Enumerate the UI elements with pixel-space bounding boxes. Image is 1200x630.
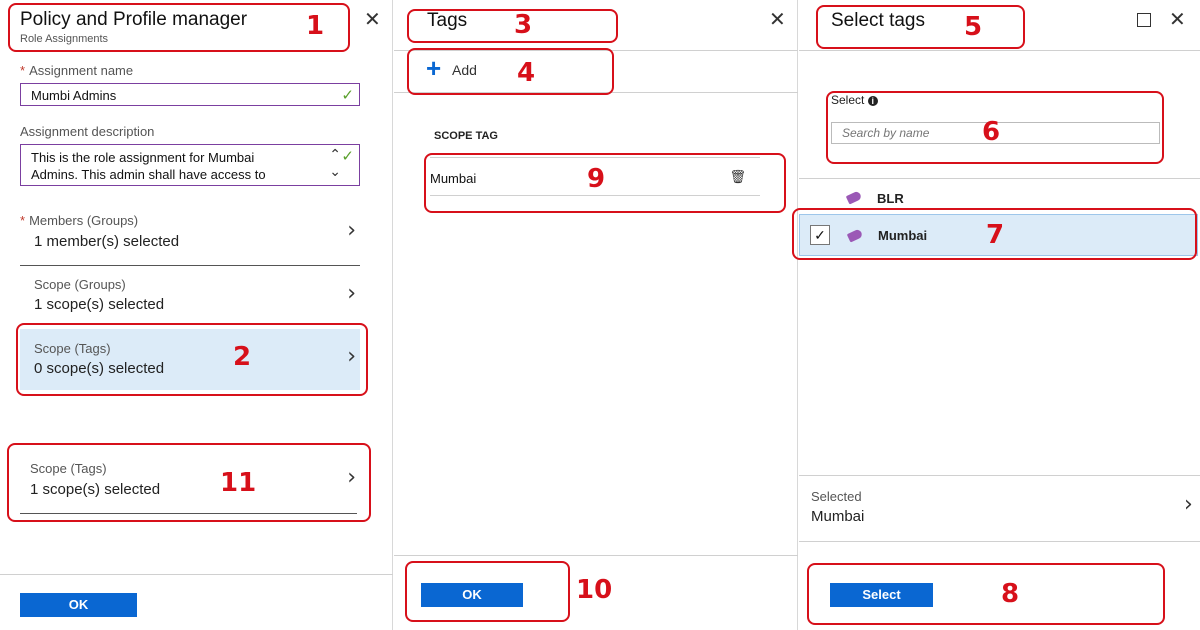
members-label-text: Members (Groups) xyxy=(29,213,139,228)
panel-title: Policy and Profile manager xyxy=(20,9,248,30)
select-button[interactable]: Select xyxy=(830,583,933,607)
annotation-number: 7 xyxy=(986,220,1005,250)
select-label-text: Select xyxy=(831,93,865,107)
members-row[interactable]: * Members (Groups) 1 member(s) selected › xyxy=(20,200,360,264)
scope-groups-label: Scope (Groups) xyxy=(34,277,126,292)
scope-tags-value: 0 scope(s) selected xyxy=(34,360,165,377)
tag-name: BLR xyxy=(877,191,904,206)
members-label: * Members (Groups) xyxy=(20,213,138,228)
required-asterisk: * xyxy=(20,63,26,78)
valid-check-icon: ✓ xyxy=(341,87,354,104)
list-item[interactable]: BLR xyxy=(799,182,1200,212)
footer-divider xyxy=(394,555,798,556)
annotation-number: 3 xyxy=(514,10,533,40)
info-icon: i xyxy=(867,96,878,106)
tag-name: Mumbai xyxy=(878,228,928,243)
scope-tag-name: Mumbai xyxy=(430,171,477,186)
divider xyxy=(430,195,760,196)
ok-button[interactable]: OK xyxy=(20,593,137,617)
panel-title: Select tags xyxy=(831,10,925,31)
assignment-name-value: Mumbi Admins xyxy=(31,88,117,103)
tag-icon xyxy=(845,190,863,205)
description-line-1: This is the role assignment for Mumbai xyxy=(31,150,255,165)
scroll-down-icon[interactable]: ⌄ xyxy=(329,164,341,180)
assignment-name-input[interactable]: Mumbi Admins ✓ xyxy=(20,83,360,106)
assignment-description-label: Assignment description xyxy=(20,124,155,139)
divider xyxy=(799,178,1200,179)
scope-tags-row[interactable]: Scope (Tags) 0 scope(s) selected › xyxy=(20,329,360,390)
divider xyxy=(799,50,1200,51)
chevron-right-icon: › xyxy=(347,218,356,243)
description-line-2: Admins. This admin shall have access to xyxy=(31,167,266,182)
panel-subtitle: Role Assignments xyxy=(20,33,109,45)
selected-value: Mumbai xyxy=(811,508,865,525)
annotation-number: 5 xyxy=(964,12,983,42)
tag-icon xyxy=(846,228,864,243)
scroll-up-icon[interactable]: ⌃ xyxy=(329,147,341,163)
required-asterisk: * xyxy=(20,213,26,228)
divider xyxy=(799,475,1200,476)
close-icon[interactable]: ✕ xyxy=(364,10,381,30)
annotation-number: 8 xyxy=(1001,579,1020,609)
add-label: Add xyxy=(452,62,477,78)
annotation-number: 9 xyxy=(587,164,606,194)
close-icon[interactable]: ✕ xyxy=(1169,10,1186,30)
tags-panel: Tags ✕ + Add SCOPE TAG Mumbai 🗑 OK xyxy=(394,0,798,630)
chevron-right-icon: › xyxy=(347,281,356,306)
annotation-number: 6 xyxy=(982,117,1001,147)
scope-tags-result-label: Scope (Tags) xyxy=(30,461,107,476)
scope-tags-result-value: 1 scope(s) selected xyxy=(30,481,161,498)
members-value: 1 member(s) selected xyxy=(34,233,180,250)
annotation-number: 2 xyxy=(233,342,252,372)
scope-groups-value: 1 scope(s) selected xyxy=(34,296,165,313)
policy-profile-panel: Policy and Profile manager Role Assignme… xyxy=(0,0,393,630)
footer-divider xyxy=(799,541,1200,542)
checkbox-checked-icon[interactable]: ✓ xyxy=(810,225,830,245)
scope-tags-label: Scope (Tags) xyxy=(34,341,111,356)
maximize-icon[interactable] xyxy=(1137,13,1151,27)
selected-label: Selected xyxy=(811,489,862,504)
chevron-right-icon[interactable]: › xyxy=(1184,494,1193,516)
valid-check-icon: ✓ xyxy=(341,148,354,165)
divider xyxy=(20,513,357,514)
annotation-number: 4 xyxy=(517,58,536,88)
delete-icon[interactable]: 🗑 xyxy=(729,169,746,185)
scope-groups-row[interactable]: Scope (Groups) 1 scope(s) selected › xyxy=(20,266,360,326)
ok-button[interactable]: OK xyxy=(421,583,523,607)
panel-title: Tags xyxy=(427,10,468,31)
annotation-number: 11 xyxy=(220,468,257,498)
select-label: Select i xyxy=(831,93,878,107)
scope-tags-result-row[interactable]: Scope (Tags) 1 scope(s) selected › xyxy=(20,450,360,512)
select-tags-panel: Select tags ✕ Select i BLR ✓ Mumbai Sele… xyxy=(799,0,1200,630)
assignment-description-textarea[interactable]: This is the role assignment for Mumbai A… xyxy=(20,144,360,186)
footer-divider xyxy=(0,574,393,575)
assignment-name-label: * Assignment name xyxy=(20,63,133,78)
divider xyxy=(394,92,798,93)
scope-tag-column-header: SCOPE TAG xyxy=(434,130,498,142)
chevron-right-icon: › xyxy=(347,344,356,369)
plus-icon: + xyxy=(426,53,442,83)
divider xyxy=(394,50,798,51)
assignment-name-label-text: Assignment name xyxy=(29,63,134,78)
chevron-right-icon: › xyxy=(347,465,356,490)
annotation-number: 1 xyxy=(306,11,325,41)
close-icon[interactable]: ✕ xyxy=(769,10,786,30)
annotation-number: 10 xyxy=(576,575,613,605)
